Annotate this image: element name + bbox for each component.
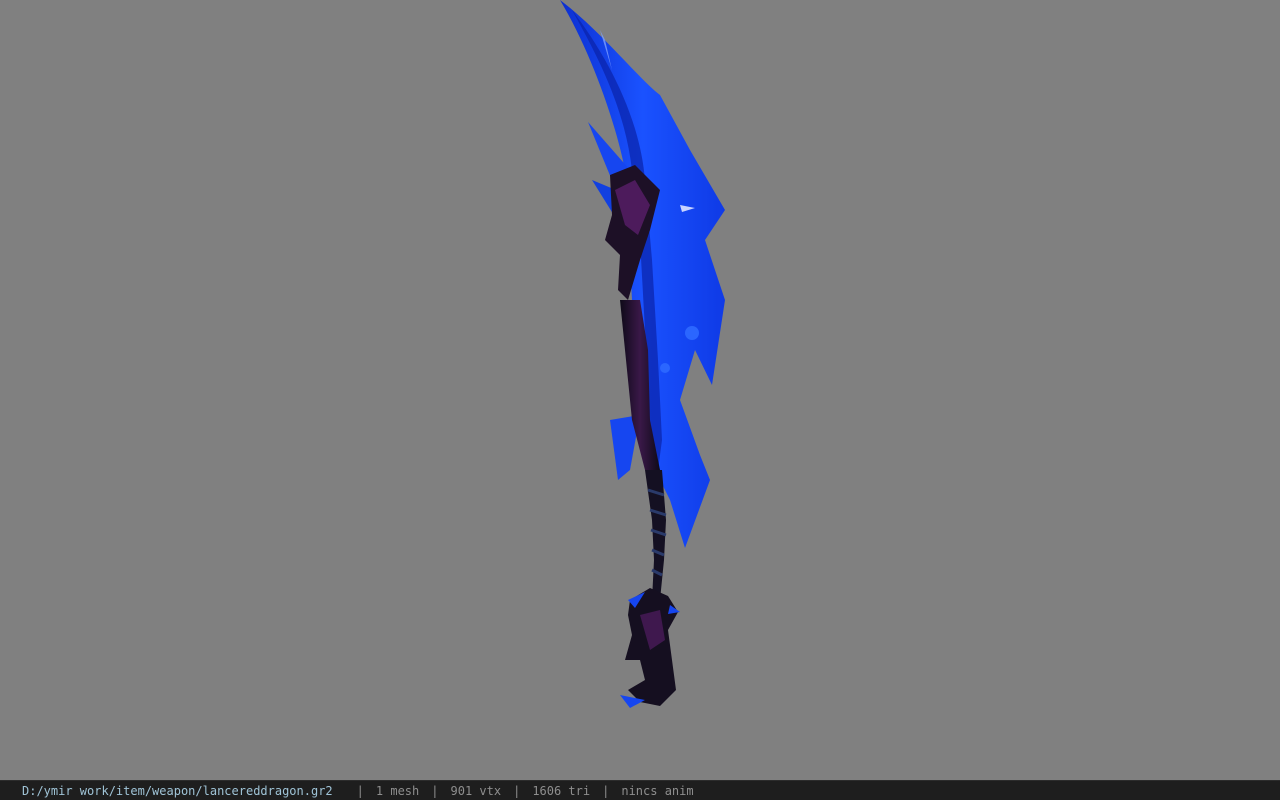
blade-orb-1 <box>685 326 699 340</box>
3d-viewport[interactable] <box>0 0 1280 780</box>
file-path: D:/ymir work/item/weapon/lancereddragon.… <box>22 783 333 798</box>
weapon-model <box>560 0 725 708</box>
blade-orb-2 <box>660 363 670 373</box>
animation-status: nincs anim <box>621 783 694 798</box>
status-separator: | <box>513 783 521 798</box>
mesh-count: 1 mesh <box>375 783 420 798</box>
triangle-count: 1606 tri <box>532 783 591 798</box>
status-separator: | <box>602 783 610 798</box>
status-bar: D:/ymir work/item/weapon/lancereddragon.… <box>0 780 1280 800</box>
status-separator: | <box>356 783 364 798</box>
status-separator: | <box>431 783 439 798</box>
vertex-count: 901 vtx <box>450 783 502 798</box>
